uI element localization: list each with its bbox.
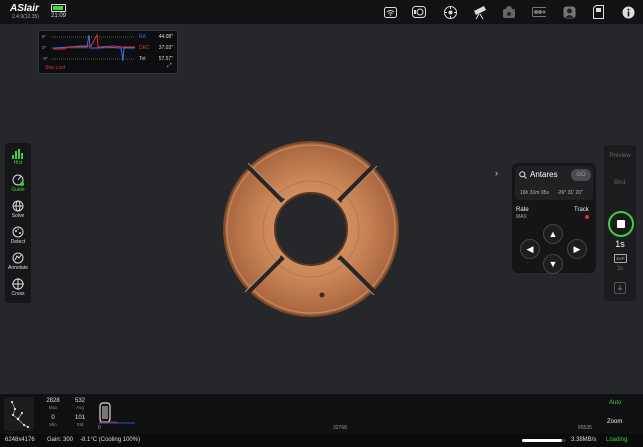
wifi-icon[interactable] xyxy=(383,5,397,19)
hist-max-label: Max xyxy=(48,405,58,410)
dec-label: DEC xyxy=(139,45,150,51)
focuser-icon[interactable] xyxy=(443,5,457,19)
tot-value: 57.57″ xyxy=(158,56,173,62)
y-label-top: 8″ xyxy=(42,34,47,39)
hist-min-value: 0 xyxy=(51,415,55,421)
status-bar: 6248x4176 Gain: 300 -8.1°C (Cooling 100%… xyxy=(0,434,643,447)
camera-icon[interactable] xyxy=(412,5,426,19)
hist-avg-label: Avg xyxy=(76,405,84,410)
sensor-temperature: -8.1°C (Cooling 100%) xyxy=(80,437,141,443)
guide-status: Star Lost xyxy=(45,65,66,71)
hist-max-value: 2828 xyxy=(46,398,60,404)
sd-card-icon[interactable] xyxy=(591,5,605,19)
search-icon xyxy=(519,171,527,179)
tool-detect[interactable]: Detect xyxy=(5,226,31,245)
tool-cross[interactable]: Cross xyxy=(5,278,31,297)
hist-min-label: Min xyxy=(49,422,57,427)
tool-cross-label: Cross xyxy=(11,291,25,297)
annotate-icon xyxy=(12,252,24,264)
user-icon[interactable] xyxy=(562,5,576,19)
exp-badge[interactable]: EXP xyxy=(614,254,627,263)
tool-solve[interactable]: Solve xyxy=(5,200,31,219)
guide-graph-panel[interactable]: 8″ 0″ -8″ RA 44.08″ DEC 37.03″ Tot 57.57… xyxy=(38,30,178,74)
top-bar: ASIair 2.4.9(12.35) 21:09 xyxy=(0,0,643,24)
move-west-button[interactable]: ◀ xyxy=(520,239,540,259)
ra-value: 44.08″ xyxy=(158,34,173,40)
filter-wheel-icon[interactable] xyxy=(532,5,546,19)
histogram-bar: 2828 Max 532 Avg 0 Min 101 Std 0 32768 6… xyxy=(0,394,643,434)
info-icon[interactable] xyxy=(621,5,635,19)
capture-panel: Preview Bin1 1s EXP 3s xyxy=(604,145,636,301)
crosshair-icon xyxy=(12,278,24,290)
app-logo: ASIair xyxy=(10,3,39,14)
bin-setting[interactable]: Bin1 xyxy=(606,180,634,186)
zoom-button[interactable]: Zoom xyxy=(607,419,622,425)
target-search[interactable]: Antares GO 16h 31m 05s -26° 31' 20" xyxy=(515,166,593,200)
app-version: 2.4.9(12.35) xyxy=(12,14,39,20)
tool-hist-label: Hist xyxy=(13,160,23,166)
tool-annotate[interactable]: Annotate xyxy=(5,252,31,271)
star-map-thumbnail[interactable] xyxy=(4,397,34,431)
tool-guide[interactable]: Guide xyxy=(5,174,31,193)
telescope-icon[interactable] xyxy=(473,5,487,19)
ra-label: RA xyxy=(139,34,146,40)
expand-icon[interactable]: ⤢ xyxy=(167,63,172,70)
y-label-bottom: -8″ xyxy=(42,56,48,61)
loading-status: Loading xyxy=(606,437,628,443)
tool-solve-label: Solve xyxy=(11,213,25,219)
solve-icon xyxy=(12,200,24,212)
resolution: 6248x4176 xyxy=(5,437,35,443)
histogram-icon xyxy=(12,149,23,159)
move-east-button[interactable]: ▶ xyxy=(567,239,587,259)
auto-stretch-button[interactable]: Auto xyxy=(609,400,621,406)
move-north-button[interactable]: ▲ xyxy=(543,224,563,244)
constellation-icon xyxy=(11,401,29,428)
target-name: Antares xyxy=(530,170,558,179)
goto-panel: Antares GO 16h 31m 05s -26° 31' 20" Rate… xyxy=(512,163,596,274)
battery-icon xyxy=(51,4,66,12)
tool-annotate-label: Annotate xyxy=(7,265,29,271)
track-label: Track xyxy=(574,207,589,213)
hist-axis-left: 0 xyxy=(98,425,101,431)
transfer-progress xyxy=(522,439,566,442)
tool-hist[interactable]: Hist xyxy=(5,148,31,166)
move-south-button[interactable]: ▼ xyxy=(543,254,563,274)
target-ra: 16h 31m 05s xyxy=(520,190,549,196)
hist-avg-value: 532 xyxy=(74,398,85,404)
download-icon[interactable] xyxy=(614,282,626,294)
rate-label: Rate xyxy=(516,207,529,213)
dec-value: 37.03″ xyxy=(158,45,173,51)
hist-axis-mid: 32768 xyxy=(333,425,347,431)
histogram-graph[interactable] xyxy=(97,397,597,425)
transfer-speed: 3.38MB/s xyxy=(571,437,597,443)
clock: 21:09 xyxy=(51,13,67,19)
left-toolbar: Hist Guide Solve Detect Annotate Cross xyxy=(5,143,31,303)
tool-detect-label: Detect xyxy=(10,239,26,245)
chevron-right-icon[interactable]: › xyxy=(495,168,498,178)
shutter-button[interactable] xyxy=(608,211,634,237)
preview-mode[interactable]: Preview xyxy=(606,153,634,159)
guide-camera-icon[interactable] xyxy=(502,5,516,19)
guide-graph xyxy=(51,33,135,62)
gain: Gain: 300 xyxy=(47,437,74,443)
target-dec: -26° 31' 20" xyxy=(557,190,583,196)
go-button[interactable]: GO xyxy=(571,169,591,181)
stop-icon xyxy=(617,220,625,228)
rate-value[interactable]: MAX xyxy=(516,214,527,220)
tool-guide-label: Guide xyxy=(11,187,25,193)
guide-icon xyxy=(12,174,24,186)
y-label-mid: 0″ xyxy=(42,45,47,50)
interval-value[interactable]: 3s xyxy=(606,266,634,272)
exposure-value[interactable]: 1s xyxy=(606,239,634,249)
hist-std-value: 101 xyxy=(74,415,85,421)
detect-icon xyxy=(12,226,24,238)
hist-axis-right: 65535 xyxy=(578,425,592,431)
tot-label: Tot xyxy=(139,56,146,62)
track-indicator[interactable] xyxy=(585,215,589,219)
hist-std-label: Std xyxy=(76,422,84,427)
